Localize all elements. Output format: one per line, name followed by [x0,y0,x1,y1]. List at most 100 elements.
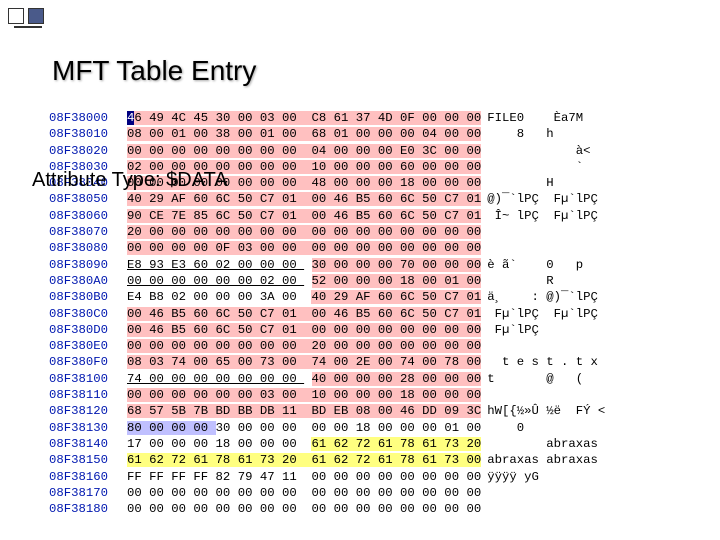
hex-ascii: Fµ`lPÇ Fµ`lPÇ [487,306,598,322]
hex-ascii: abraxas [487,436,605,452]
hex-row: 08F38160FF FF FF FF 82 79 47 11 00 00 00… [49,469,620,485]
hex-bytes: 00 46 B5 60 6C 50 C7 01 00 46 B5 60 6C 5… [127,306,481,322]
hex-address: 08F38090 [49,257,125,273]
hex-bytes: E4 B8 02 00 00 00 3A 00 40 29 AF 60 6C 5… [127,289,481,305]
hex-ascii [487,240,620,256]
hex-address: 08F380B0 [49,289,125,305]
hex-row: 08F3818000 00 00 00 00 00 00 00 00 00 00… [49,501,620,517]
hex-ascii [487,485,620,501]
hex-address: 08F38150 [49,452,125,468]
hex-row: 08F3811000 00 00 00 00 00 03 00 10 00 00… [49,387,620,403]
hex-ascii: 0 [487,420,620,436]
hex-row: 08F3800046 49 4C 45 30 00 03 00 C8 61 37… [49,110,620,126]
hex-address: 08F38020 [49,143,125,159]
hex-bytes: 08 00 01 00 38 00 01 00 68 01 00 00 00 0… [127,126,481,142]
hex-bytes: 00 00 00 00 00 00 02 00 52 00 00 00 18 0… [127,273,481,289]
hex-address: 08F38120 [49,403,125,419]
hex-row: 08F3806090 CE 7E 85 6C 50 C7 01 00 46 B5… [49,208,620,224]
hex-ascii: R [487,273,620,289]
hex-row: 08F3808000 00 00 00 0F 03 00 00 00 00 00… [49,240,620,256]
hex-bytes: 61 62 72 61 78 61 73 20 61 62 72 61 78 6… [127,452,481,468]
hex-bytes: 00 00 00 00 00 00 00 00 20 00 00 00 00 0… [127,338,481,354]
corner-box-empty [8,8,24,24]
hex-row: 08F3810074 00 00 00 00 00 00 00 40 00 00… [49,371,620,387]
attribute-label: Attribute Type: $DATA [32,169,228,192]
hex-ascii [487,338,620,354]
hex-row: 08F380D000 46 B5 60 6C 50 C7 01 00 00 00… [49,322,620,338]
hex-ascii: H [487,175,620,191]
hex-bytes: 17 00 00 00 18 00 00 00 61 62 72 61 78 6… [127,436,481,452]
hex-ascii: 8 h [487,126,620,142]
hex-bytes: 00 00 00 00 00 00 00 00 04 00 00 00 E0 3… [127,143,481,159]
hex-address: 08F38170 [49,485,125,501]
hex-row: 08F380B0E4 B8 02 00 00 00 3A 00 40 29 AF… [49,289,620,305]
hex-ascii: à< [487,143,620,159]
hex-address: 08F38000 [49,110,125,126]
hex-ascii: @)¯`lPÇ Fµ`lPÇ [487,191,598,207]
hex-address: 08F38100 [49,371,125,387]
hex-row: 08F3802000 00 00 00 00 00 00 00 04 00 00… [49,143,620,159]
hex-address: 08F380A0 [49,273,125,289]
hex-bytes: 00 00 00 00 00 00 00 00 00 00 00 00 00 0… [127,485,481,501]
hex-row: 08F3814017 00 00 00 18 00 00 00 61 62 72… [49,436,620,452]
hex-row: 08F38090E8 93 E3 60 02 00 00 00 30 00 00… [49,257,620,273]
hex-ascii: abraxas abraxas [487,452,605,468]
hex-ascii [487,224,620,240]
hex-row: 08F380E000 00 00 00 00 00 00 00 20 00 00… [49,338,620,354]
hex-address: 08F38010 [49,126,125,142]
hex-ascii [487,387,620,403]
hex-ascii: è ã` 0 p [487,257,620,273]
hex-address: 08F380F0 [49,354,125,370]
hex-ascii: t @ ( [487,371,620,387]
corner-decoration [8,8,44,24]
hex-row: 08F380F008 03 74 00 65 00 73 00 74 00 2E… [49,354,620,370]
hex-address: 08F380D0 [49,322,125,338]
hex-bytes: 00 46 B5 60 6C 50 C7 01 00 00 00 00 00 0… [127,322,481,338]
hex-address: 08F38160 [49,469,125,485]
hex-row: 08F3805040 29 AF 60 6C 50 C7 01 00 46 B5… [49,191,620,207]
hex-row: 08F380C000 46 B5 60 6C 50 C7 01 00 46 B5… [49,306,620,322]
corner-line [14,26,42,28]
hex-address: 08F38180 [49,501,125,517]
hex-bytes: 08 03 74 00 65 00 73 00 74 00 2E 00 74 0… [127,354,481,370]
hex-ascii: Î~ lPÇ Fµ`lPÇ [487,208,598,224]
hex-bytes: 74 00 00 00 00 00 00 00 40 00 00 00 28 0… [127,371,481,387]
hex-ascii: Fµ`lPÇ [487,322,612,338]
page-title: MFT Table Entry [52,55,256,87]
hex-bytes: 00 00 00 00 0F 03 00 00 00 00 00 00 00 0… [127,240,481,256]
hex-address: 08F380C0 [49,306,125,322]
hex-ascii: ä¸ : @)¯`lPÇ [487,289,598,305]
hex-bytes: 00 00 00 00 00 00 00 00 00 00 00 00 00 0… [127,501,481,517]
hex-address: 08F38140 [49,436,125,452]
hex-bytes: FF FF FF FF 82 79 47 11 00 00 00 00 00 0… [127,469,481,485]
hex-ascii [487,501,620,517]
hex-bytes: 46 49 4C 45 30 00 03 00 C8 61 37 4D 0F 0… [127,110,481,126]
hex-row: 08F3812068 57 5B 7B BD BB DB 11 BD EB 08… [49,403,620,419]
hex-bytes: 68 57 5B 7B BD BB DB 11 BD EB 08 00 46 D… [127,403,481,419]
hex-bytes: 90 CE 7E 85 6C 50 C7 01 00 46 B5 60 6C 5… [127,208,481,224]
hex-row: 08F3815061 62 72 61 78 61 73 20 61 62 72… [49,452,620,468]
hex-address: 08F380E0 [49,338,125,354]
hex-address: 08F38110 [49,387,125,403]
hex-row: 08F3807020 00 00 00 00 00 00 00 00 00 00… [49,224,620,240]
hex-address: 08F38060 [49,208,125,224]
hex-address: 08F38080 [49,240,125,256]
hex-row: 08F3817000 00 00 00 00 00 00 00 00 00 00… [49,485,620,501]
hex-ascii: FILE0 Èa7M [487,110,620,126]
hex-address: 08F38070 [49,224,125,240]
corner-box-filled [28,8,44,24]
hex-ascii: ÿÿÿÿ yG [487,469,612,485]
hex-row: 08F3813080 00 00 00 30 00 00 00 00 00 18… [49,420,620,436]
hex-address: 08F38050 [49,191,125,207]
hex-bytes: E8 93 E3 60 02 00 00 00 30 00 00 00 70 0… [127,257,481,273]
hex-ascii: ` [487,159,620,175]
hex-address: 08F38130 [49,420,125,436]
hex-row: 08F380A000 00 00 00 00 00 02 00 52 00 00… [49,273,620,289]
hex-bytes: 00 00 00 00 00 00 03 00 10 00 00 00 18 0… [127,387,481,403]
hex-bytes: 80 00 00 00 30 00 00 00 00 00 18 00 00 0… [127,420,481,436]
hex-row: 08F3801008 00 01 00 38 00 01 00 68 01 00… [49,126,620,142]
hex-ascii: hW[{½»Û ½ë FÝ < [487,403,605,419]
hex-bytes: 20 00 00 00 00 00 00 00 00 00 00 00 00 0… [127,224,481,240]
hex-ascii: t e s t . t x [487,354,605,370]
hex-bytes: 40 29 AF 60 6C 50 C7 01 00 46 B5 60 6C 5… [127,191,481,207]
